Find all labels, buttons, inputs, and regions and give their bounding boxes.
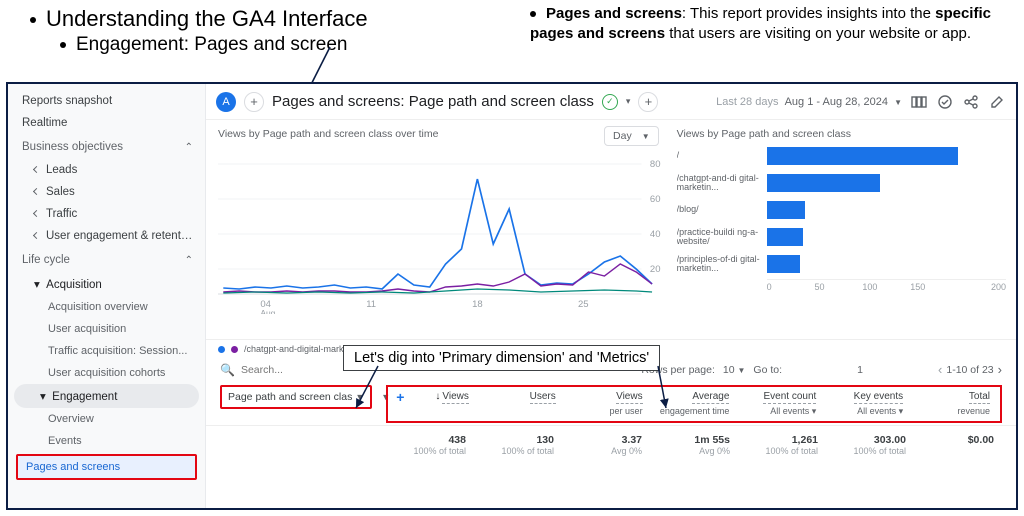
- column-header[interactable]: Totalrevenue: [911, 389, 998, 419]
- granularity-selector[interactable]: Day▼: [604, 126, 659, 146]
- goto-label: Go to:: [753, 364, 782, 376]
- table-header-row: Page path and screen clas▼ ▼ + ↓ViewsUse…: [206, 381, 1016, 426]
- total-cell: 303.00100% of total: [826, 432, 914, 458]
- bar-label: /: [677, 151, 767, 160]
- customize-report-icon[interactable]: [910, 94, 928, 110]
- sidebar-item-acq-overview[interactable]: Acquisition overview: [8, 296, 205, 318]
- total-cell: 438100% of total: [386, 432, 474, 458]
- sidebar-item-sales[interactable]: Sales: [8, 181, 205, 203]
- table-totals-row: 438100% of total130100% of total3.37Avg …: [206, 426, 1016, 458]
- svg-text:80: 80: [650, 159, 661, 169]
- chevron-down-icon[interactable]: ▾: [626, 96, 631, 107]
- primary-dimension-selector[interactable]: Page path and screen clas▼: [220, 385, 372, 409]
- bar-chart-title: Views by Page path and screen class: [677, 128, 1006, 140]
- line-chart: 80 60 40 20 04 Aug 11 18 25: [218, 144, 663, 314]
- page-range: 1-10 of 23: [946, 364, 993, 376]
- bar-row[interactable]: /blog/: [677, 198, 1006, 222]
- svg-text:20: 20: [650, 264, 661, 274]
- rows-per-page-selector[interactable]: 10 ▼: [723, 364, 746, 376]
- legend-dot-icon: [231, 346, 238, 353]
- total-cell: 3.37Avg 0%: [562, 432, 650, 458]
- chevron-right-icon: [33, 166, 40, 173]
- bar-row[interactable]: /principles-of-di gital-marketin...: [677, 252, 1006, 276]
- sidebar-item-eng-events[interactable]: Events: [8, 430, 205, 452]
- goto-input[interactable]: [790, 363, 930, 377]
- next-page-button[interactable]: ›: [998, 362, 1002, 377]
- sidebar-item-eng-overview[interactable]: Overview: [8, 408, 205, 430]
- svg-text:04: 04: [260, 299, 271, 309]
- sidebar-item-traffic[interactable]: Traffic: [8, 203, 205, 225]
- sidebar-section-business[interactable]: Business objectives⌃: [8, 134, 205, 159]
- sidebar-item-leads[interactable]: Leads: [8, 159, 205, 181]
- chevron-up-icon: ⌃: [185, 142, 193, 153]
- chevron-down-icon: ▼: [355, 392, 364, 402]
- bar-label: /practice-buildi ng-a-website/: [677, 228, 767, 247]
- sidebar-item-traffic-acq[interactable]: Traffic acquisition: Session...: [8, 340, 205, 362]
- sidebar: Reports snapshot Realtime Business objec…: [8, 84, 206, 508]
- svg-text:Aug: Aug: [260, 309, 275, 314]
- column-header[interactable]: ↓Views: [390, 389, 477, 419]
- total-cell: 130100% of total: [474, 432, 562, 458]
- edit-icon[interactable]: [988, 94, 1006, 110]
- sidebar-item-reports-snapshot[interactable]: Reports snapshot: [8, 90, 205, 112]
- svg-text:11: 11: [366, 299, 376, 309]
- chevron-up-icon: ⌃: [185, 255, 193, 266]
- svg-text:40: 40: [650, 229, 661, 239]
- sidebar-item-user-acq[interactable]: User acquisition: [8, 318, 205, 340]
- bullet-sub: Engagement: Pages and screen: [60, 34, 347, 56]
- svg-text:60: 60: [650, 194, 661, 204]
- bar-label: /blog/: [677, 205, 767, 214]
- sidebar-item-user-acq-cohorts[interactable]: User acquisition cohorts: [8, 362, 205, 384]
- line-chart-title: Views by Page path and screen class over…: [218, 128, 663, 140]
- bar-row[interactable]: /practice-buildi ng-a-website/: [677, 225, 1006, 249]
- column-header[interactable]: Event countAll events ▾: [737, 389, 824, 419]
- svg-text:25: 25: [578, 299, 589, 309]
- column-header[interactable]: Viewsper user: [564, 389, 651, 419]
- chevron-down-icon: ▼: [642, 132, 650, 141]
- column-header[interactable]: Users: [477, 389, 564, 419]
- bar-label: /principles-of-di gital-marketin...: [677, 255, 767, 274]
- line-chart-card: Views by Page path and screen class over…: [206, 120, 673, 339]
- total-cell: 1,261100% of total: [738, 432, 826, 458]
- bar-row[interactable]: /: [677, 144, 1006, 168]
- legend-dot-icon: [218, 346, 225, 353]
- total-cell: $0.00: [914, 432, 1002, 458]
- chevron-down-icon: ▼: [737, 366, 745, 375]
- search-icon: 🔍: [220, 363, 235, 377]
- svg-text:18: 18: [472, 299, 483, 309]
- highlight-pages-screens: Pages and screens: [16, 454, 197, 480]
- bar-chart-axis: 050100150200: [767, 279, 1006, 292]
- bar-label: /chatgpt-and-di gital-marketin...: [677, 174, 767, 193]
- column-header[interactable]: Averageengagement time: [651, 389, 738, 419]
- total-cell: 1m 55sAvg 0%: [650, 432, 738, 458]
- sidebar-item-pages-screens[interactable]: Pages and screens: [18, 456, 195, 478]
- bar-chart-card: Views by Page path and screen class / /ch…: [673, 120, 1016, 339]
- report-header: A + Pages and screens: Page path and scr…: [206, 84, 1016, 120]
- sidebar-section-lifecycle[interactable]: Life cycle⌃: [8, 247, 205, 272]
- sidebar-item-realtime[interactable]: Realtime: [8, 112, 205, 134]
- annotation-callout: Let's dig into 'Primary dimension' and '…: [343, 345, 660, 371]
- bullet-right: Pages and screens: This report provides …: [530, 4, 1010, 45]
- sidebar-item-acquisition[interactable]: ▾ Acquisition: [8, 272, 205, 296]
- bar-chart: / /chatgpt-and-di gital-marketin... /blog/…: [677, 144, 1006, 276]
- bullet-main: Understanding the GA4 Interface: [30, 6, 368, 32]
- chevron-right-icon: [33, 210, 40, 217]
- chevron-down-icon: ▼: [894, 98, 902, 107]
- prev-page-button[interactable]: ‹: [938, 362, 942, 377]
- date-range-picker[interactable]: Last 28 days Aug 1 - Aug 28, 2024 ▼: [716, 96, 902, 108]
- page-title: Pages and screens: Page path and screen …: [272, 93, 594, 110]
- bar-row[interactable]: /chatgpt-and-di gital-marketin...: [677, 171, 1006, 195]
- sidebar-item-engagement-retention[interactable]: User engagement & retention: [8, 225, 205, 247]
- check-icon[interactable]: ✓: [602, 94, 618, 110]
- avatar[interactable]: A: [216, 92, 236, 112]
- share-icon[interactable]: [962, 94, 980, 110]
- insights-icon[interactable]: [936, 94, 954, 110]
- column-header[interactable]: Key eventsAll events ▾: [824, 389, 911, 419]
- chevron-right-icon: [33, 232, 40, 239]
- sidebar-item-engagement[interactable]: ▾ Engagement: [14, 384, 199, 408]
- add-filter-button[interactable]: +: [638, 92, 658, 112]
- chevron-right-icon: [33, 188, 40, 195]
- ga4-screenshot: Reports snapshot Realtime Business objec…: [6, 82, 1018, 510]
- add-comparison-button[interactable]: +: [244, 92, 264, 112]
